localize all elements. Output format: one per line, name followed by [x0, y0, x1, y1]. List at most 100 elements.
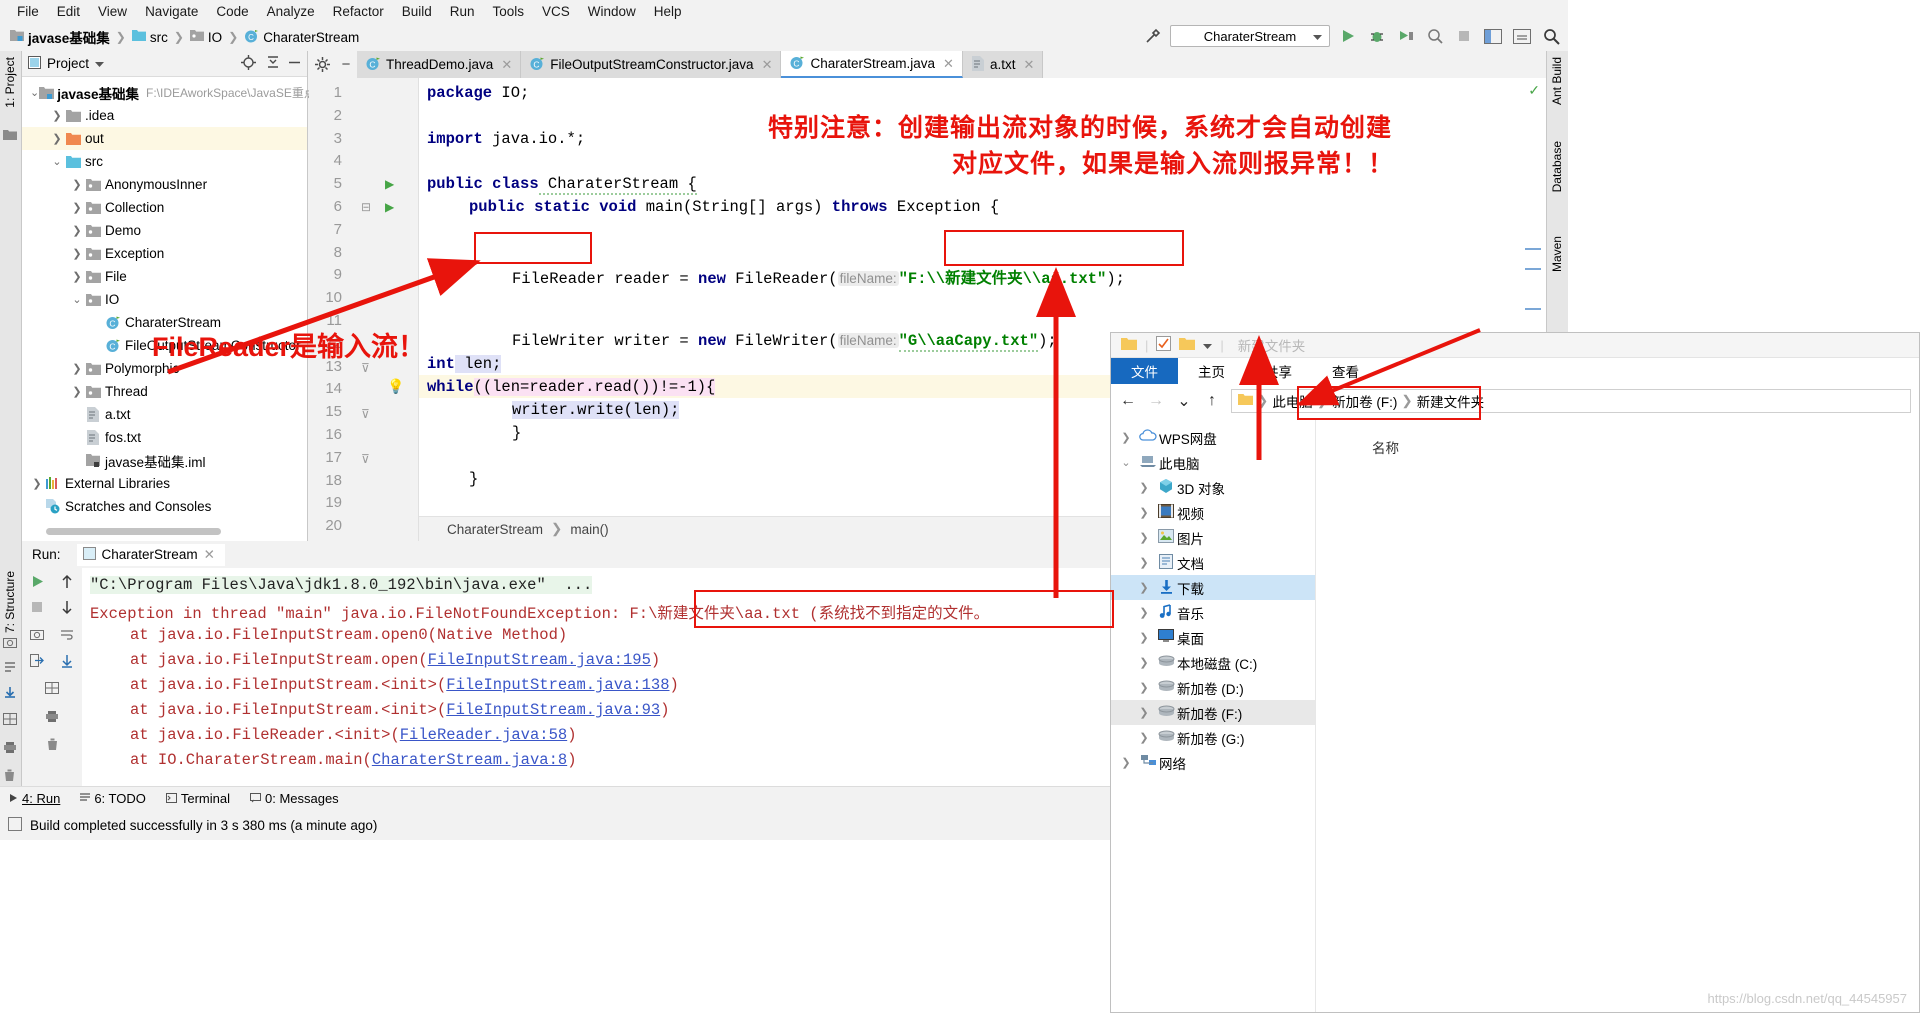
status-button-todo[interactable]: 6: TODO [80, 791, 146, 806]
explorer-file-list[interactable]: 名称 https://blog.csdn.net/qq_44545957 [1316, 419, 1919, 1012]
camera-icon[interactable] [30, 628, 44, 644]
explorer-navigation-tree[interactable]: ❯WPS网盘⌄此电脑❯3D 对象❯视频❯图片❯文档❯下载❯音乐❯桌面❯本地磁盘 … [1111, 419, 1316, 1012]
explorer-tab-home[interactable]: 主页 [1178, 358, 1245, 384]
locate-icon[interactable] [241, 55, 256, 73]
delete-icon[interactable] [46, 738, 59, 754]
layout-icon[interactable] [1482, 25, 1504, 47]
close-icon[interactable]: ✕ [943, 56, 954, 72]
explorer-tree-row[interactable]: ⌄此电脑 [1111, 450, 1315, 475]
chevron-right-icon[interactable]: ❯ [30, 477, 44, 490]
chevron-right-icon[interactable]: ❯ [50, 132, 64, 145]
debug-icon[interactable] [1366, 25, 1388, 47]
collapse-all-icon[interactable] [266, 55, 280, 72]
up-icon[interactable]: ↑ [1203, 392, 1221, 410]
editor-tab[interactable]: CCharaterStream.java✕ [781, 51, 962, 78]
stop-icon[interactable] [30, 600, 44, 618]
close-icon[interactable]: ✕ [1023, 57, 1034, 73]
chevron-right-icon[interactable]: ❯ [70, 247, 84, 260]
chevron-right-icon[interactable]: ❯ [1133, 506, 1155, 519]
explorer-tree-row[interactable]: ❯视频 [1111, 500, 1315, 525]
scroll-up-icon[interactable] [60, 574, 74, 592]
explorer-tree-row[interactable]: ❯文档 [1111, 550, 1315, 575]
project-tree-row[interactable]: a.txt [22, 403, 307, 426]
sidebar-button-project[interactable]: 1: Project [3, 57, 17, 108]
editor-tab[interactable]: CThreadDemo.java✕ [357, 51, 521, 78]
profile-icon[interactable] [1424, 25, 1446, 47]
chevron-right-icon[interactable]: ❯ [70, 178, 84, 191]
project-horizontal-scrollbar[interactable] [46, 528, 221, 535]
inspection-ok-icon[interactable]: ✓ [1528, 82, 1540, 99]
sidebar-button-structure[interactable]: 7: Structure [3, 571, 17, 633]
console-stack-link[interactable]: FileInputStream.java:195 [428, 651, 651, 669]
grid-icon[interactable] [3, 713, 17, 728]
download-strip-icon[interactable] [3, 686, 17, 702]
checkbox-icon[interactable] [1156, 336, 1171, 354]
folder-icon[interactable] [1121, 337, 1137, 354]
project-tree-row[interactable]: ❯File [22, 265, 307, 288]
project-tree-row[interactable]: javase基础集.iml [22, 449, 307, 472]
close-icon[interactable]: ✕ [501, 57, 512, 73]
console-stack-link[interactable]: FileReader.java:58 [400, 726, 567, 744]
chevron-right-icon[interactable]: ❯ [70, 224, 84, 237]
chevron-down-icon[interactable]: ⌄ [1115, 456, 1137, 469]
project-tree-row[interactable]: ❯.idea [22, 104, 307, 127]
console-stack-link[interactable]: CharaterStream.java:8 [372, 751, 567, 769]
breadcrumb-item-class[interactable]: C CharaterStream [242, 29, 361, 46]
explorer-tree-row[interactable]: ❯新加卷 (G:) [1111, 725, 1315, 750]
project-tree-row[interactable]: Scratches and Consoles [22, 495, 307, 518]
breadcrumb-item-src[interactable]: src [130, 29, 170, 45]
project-tree-row[interactable]: ❯External Libraries [22, 472, 307, 495]
menu-item-view[interactable]: View [89, 2, 136, 21]
explorer-tab-view[interactable]: 查看 [1312, 358, 1379, 384]
folder-icon[interactable] [1179, 337, 1195, 354]
project-tree-row[interactable]: ❯Thread [22, 380, 307, 403]
chevron-right-icon[interactable]: ❯ [1115, 431, 1137, 444]
editor-breadcrumb-class[interactable]: CharaterStream [447, 522, 543, 537]
chevron-right-icon[interactable]: ❯ [1133, 681, 1155, 694]
explorer-tab-file[interactable]: 文件 [1111, 358, 1178, 384]
chevron-down-icon[interactable]: ⌄ [50, 155, 64, 168]
run-coverage-icon[interactable] [1395, 25, 1417, 47]
run-gutter-icon[interactable]: ▶ [385, 177, 394, 191]
chevron-down-icon[interactable]: ⌄ [70, 293, 84, 306]
rerun-icon[interactable] [30, 574, 45, 592]
menu-item-refactor[interactable]: Refactor [324, 2, 393, 21]
gear-icon[interactable] [309, 51, 335, 78]
scroll-down-icon[interactable] [60, 600, 74, 618]
explorer-tree-row[interactable]: ❯音乐 [1111, 600, 1315, 625]
fold-icon[interactable]: ⊽ [361, 452, 370, 466]
recent-locations-icon[interactable]: ⌄ [1175, 391, 1193, 411]
menu-item-help[interactable]: Help [645, 2, 691, 21]
soft-wrap-icon[interactable] [60, 628, 74, 644]
chevron-right-icon[interactable]: ❯ [70, 201, 84, 214]
fold-icon[interactable]: ⊟ [361, 200, 371, 214]
menu-item-build[interactable]: Build [393, 2, 441, 21]
grid-icon[interactable] [45, 682, 59, 697]
project-tree-row[interactable]: ❯Collection [22, 196, 307, 219]
breadcrumb-item-io[interactable]: IO [188, 29, 224, 45]
scroll-to-end-icon[interactable] [60, 654, 74, 671]
chevron-down-icon[interactable] [95, 56, 104, 71]
export-icon[interactable] [30, 654, 44, 671]
camera-icon[interactable] [3, 636, 17, 651]
explorer-tree-row[interactable]: ❯3D 对象 [1111, 475, 1315, 500]
intention-bulb-icon[interactable]: 💡 [387, 378, 404, 395]
explorer-tree-row[interactable]: ❯新加卷 (D:) [1111, 675, 1315, 700]
breadcrumb-project[interactable]: javase基础集 [8, 27, 112, 47]
project-tree-row[interactable]: ❯Exception [22, 242, 307, 265]
console-stack-link[interactable]: FileInputStream.java:138 [446, 676, 669, 694]
chevron-down-icon[interactable] [1203, 338, 1212, 353]
project-tree-row[interactable]: ❯AnonymousInner [22, 173, 307, 196]
project-tree-row[interactable]: ⌄javase基础集F:\IDEAworkSpace\JavaSE重点 [22, 81, 307, 104]
run-icon[interactable] [1337, 25, 1359, 47]
menu-item-file[interactable]: File [8, 2, 48, 21]
project-tree-row[interactable]: ⌄src [22, 150, 307, 173]
explorer-tree-row[interactable]: ❯下载 [1111, 575, 1315, 600]
marker-stripe[interactable] [1525, 268, 1541, 270]
chevron-right-icon[interactable]: ❯ [70, 362, 84, 375]
sidebar-button-ant[interactable]: Ant Build [1550, 57, 1564, 105]
chevron-right-icon[interactable]: ❯ [1133, 656, 1155, 669]
hide-panel-icon[interactable] [288, 56, 301, 72]
status-button-terminal[interactable]: Terminal [166, 791, 230, 806]
explorer-tab-share[interactable]: 共享 [1245, 358, 1312, 384]
